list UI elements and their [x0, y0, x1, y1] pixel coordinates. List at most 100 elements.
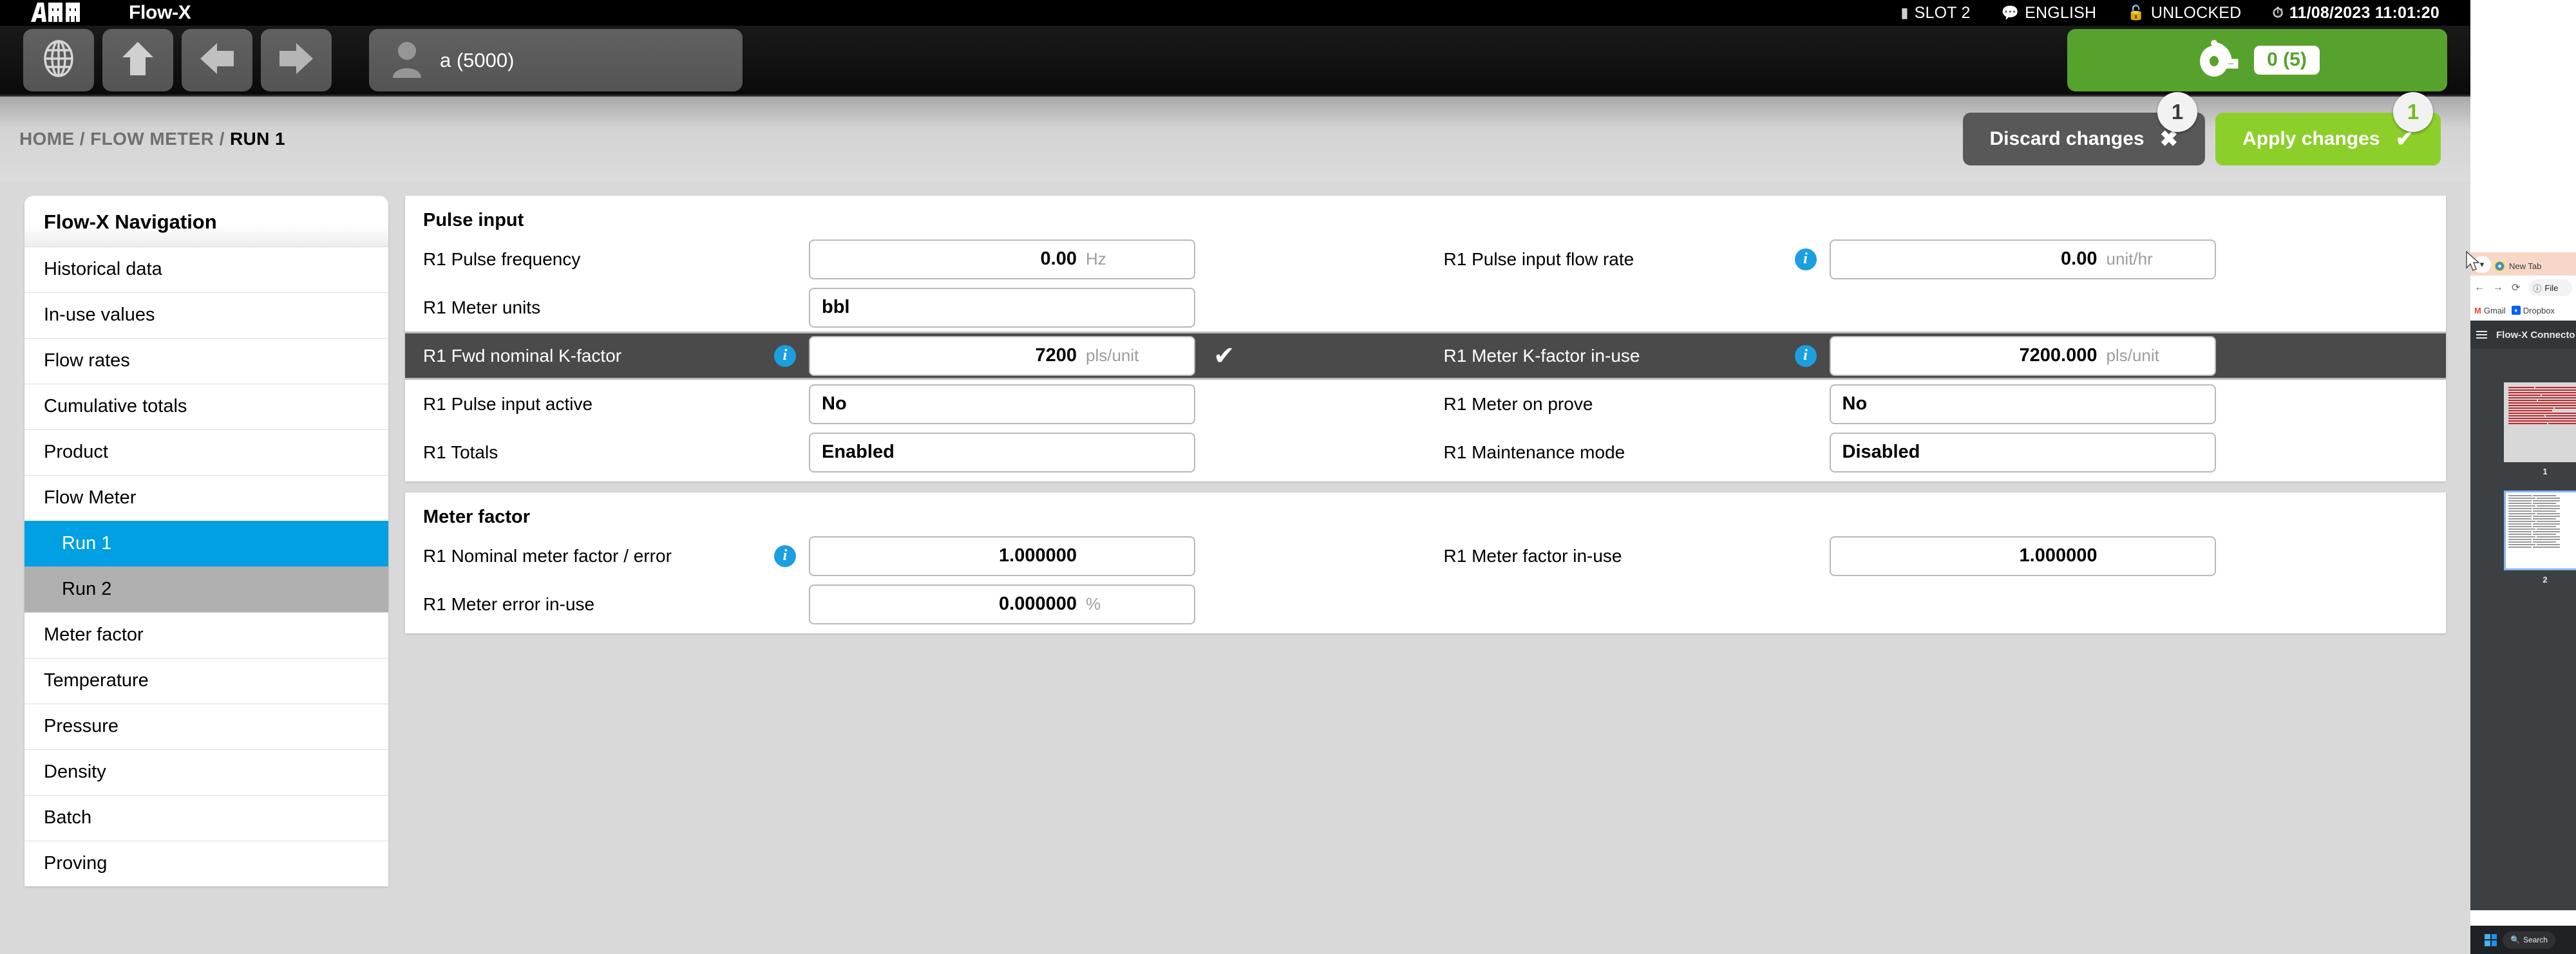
pdf-viewer-toolbar: Flow-X Connecto — [2470, 321, 2576, 349]
user-button[interactable]: a (5000) — [369, 29, 743, 91]
field-label: R1 Meter factor in-use — [1443, 545, 1622, 566]
browser-forward-icon[interactable]: → — [2493, 282, 2503, 294]
start-icon[interactable] — [2485, 933, 2497, 946]
sidebar-item-historical-data[interactable]: Historical data — [24, 247, 388, 292]
chrome-logo-icon — [2495, 261, 2505, 271]
sidebar-item-density[interactable]: Density — [24, 749, 388, 795]
browser-tab[interactable]: New Tab — [2495, 256, 2576, 276]
sidebar-item-batch[interactable]: Batch — [24, 795, 388, 841]
gmail-icon: M — [2474, 305, 2481, 315]
sidebar-item-flow-rates[interactable]: Flow rates — [24, 338, 388, 384]
browser-reload-icon[interactable]: ⟳ — [2512, 281, 2520, 294]
forward-button[interactable] — [261, 29, 332, 91]
navigation-sidebar: Flow-X Navigation Historical data In-use … — [24, 196, 388, 886]
field-value: Disabled — [1842, 442, 1920, 462]
value-field[interactable]: 0.00 unit/hr — [1829, 239, 2216, 279]
field-value: No — [1842, 393, 1868, 414]
value-field[interactable]: bbl — [809, 287, 1195, 328]
discard-changes-button[interactable]: Discard changes ✖ 1 — [1962, 92, 2206, 165]
browser-omnibar: ← → ⟳ ⓘ File — [2470, 276, 2576, 300]
sidebar-item-temperature[interactable]: Temperature — [24, 658, 388, 704]
abb-logo — [31, 3, 95, 22]
bookmark-dropbox[interactable]: ♦ Dropbox — [2511, 306, 2555, 315]
up-button[interactable] — [102, 29, 173, 91]
apply-changes-button[interactable]: Apply changes ✔ 1 — [2215, 92, 2441, 165]
value-field[interactable]: Disabled — [1829, 432, 2216, 472]
breadcrumb-current: RUN 1 — [229, 129, 285, 149]
page-body: Flow-X Navigation Historical data In-use … — [0, 182, 2470, 886]
apply-changes-badge: 1 — [2393, 92, 2433, 132]
panel-pulse-input: Pulse input R1 Pulse frequency 0.00 Hz R1 Pu… — [405, 196, 2446, 482]
status-lock[interactable]: 🔓 UNLOCKED — [2127, 4, 2241, 23]
sidebar-item-label: Cumulative totals — [44, 396, 187, 416]
sidebar-item-in-use-values[interactable]: In-use values — [24, 292, 388, 338]
field-unit: % — [1086, 594, 1101, 613]
info-icon[interactable]: i — [1794, 344, 1817, 367]
browser-address-bar[interactable]: ⓘ File — [2528, 279, 2572, 296]
value-field[interactable]: 7200 pls/unit — [809, 335, 1195, 376]
field-unit: Hz — [1086, 249, 1106, 268]
bookmark-gmail-label: Gmail — [2483, 305, 2506, 315]
sidebar-item-meter-factor[interactable]: Meter factor — [24, 612, 388, 658]
value-field[interactable]: Enabled — [809, 432, 1195, 472]
discard-changes-label: Discard changes — [1989, 128, 2145, 149]
browser-back-icon[interactable]: ← — [2474, 282, 2485, 294]
back-button[interactable] — [182, 29, 252, 91]
pdf-thumbnail-1[interactable] — [2504, 382, 2576, 462]
value-field[interactable]: 0.00 Hz — [809, 239, 1195, 279]
prove-status-button[interactable]: 0 (5) — [2067, 29, 2447, 91]
navigation-list: Historical data In-use values Flow rates Cu… — [24, 247, 388, 886]
status-language[interactable]: 💬 ENGLISH — [2002, 4, 2097, 23]
windows-taskbar[interactable]: 🔍 Search — [2470, 926, 2576, 954]
info-icon[interactable]: i — [1794, 248, 1817, 270]
info-icon[interactable]: i — [774, 545, 796, 567]
field-cell-right: R1 Maintenance mode Disabled — [1426, 428, 2447, 476]
field-label: R1 Meter K-factor in-use — [1443, 345, 1640, 366]
info-icon[interactable]: i — [774, 344, 796, 367]
value-field[interactable]: No — [1829, 384, 2216, 424]
sidebar-item-proving[interactable]: Proving — [24, 841, 388, 886]
field-cell-right — [1426, 580, 2447, 628]
field-value: 0.000000 — [999, 594, 1077, 614]
sidebar-item-run-2[interactable]: Run 2 — [24, 566, 388, 612]
sidebar-item-pressure[interactable]: Pressure — [24, 704, 388, 749]
sidebar-item-label: Batch — [44, 807, 92, 828]
sidebar-item-run-1[interactable]: Run 1 — [24, 521, 388, 566]
sidebar-item-product[interactable]: Product — [24, 429, 388, 475]
value-field[interactable]: 7200.000 pls/unit — [1829, 335, 2216, 376]
hamburger-menu-icon[interactable] — [2476, 331, 2487, 339]
apply-changes-label: Apply changes — [2242, 128, 2380, 149]
settings-row: R1 Meter error in-use 0.000000% — [405, 580, 2446, 628]
status-slot: ▮ SLOT 2 — [1900, 4, 1970, 23]
value-field[interactable]: 1.000000 — [809, 536, 1195, 576]
confirm-check-icon[interactable]: ✔ — [1213, 343, 1235, 369]
status-slot-label: SLOT 2 — [1914, 3, 1971, 22]
background-browser-window[interactable]: ▾ New Tab ← → ⟳ ⓘ File M Gmail ♦ Dropbox — [2470, 252, 2576, 910]
slot-icon: ▮ — [1900, 5, 1909, 21]
bookmark-gmail[interactable]: M Gmail — [2474, 306, 2506, 315]
field-label: R1 Nominal meter factor / error — [423, 545, 672, 566]
sidebar-title: Flow-X Navigation — [24, 196, 388, 247]
user-label: a (5000) — [440, 48, 515, 71]
status-lock-label: UNLOCKED — [2150, 3, 2242, 22]
value-field[interactable]: 0.000000% — [809, 584, 1195, 624]
app-titlebar: Flow-X ▮ SLOT 2 💬 ENGLISH 🔓 UNLOCKED ⏱ 1… — [0, 0, 2470, 26]
language-icon: 💬 — [2001, 5, 2020, 21]
sidebar-item-flow-meter[interactable]: Flow Meter — [24, 475, 388, 521]
pdf-thumbnail-2[interactable] — [2504, 491, 2576, 570]
browser-bookmarks-bar: M Gmail ♦ Dropbox — [2470, 300, 2576, 321]
breadcrumb: HOME / FLOW METER / RUN 1 — [19, 129, 285, 149]
value-field[interactable]: No — [809, 384, 1195, 424]
globe-button[interactable] — [23, 29, 94, 91]
user-icon — [392, 39, 422, 81]
settings-row: R1 Pulse frequency 0.00 Hz R1 Pulse input f… — [405, 235, 2446, 283]
breadcrumb-flow-meter[interactable]: FLOW METER — [90, 129, 214, 149]
sidebar-item-cumulative-totals[interactable]: Cumulative totals — [24, 384, 388, 429]
value-field[interactable]: 1.000000 — [1829, 536, 2216, 576]
field-cell-right: R1 Meter factor in-use 1.000000 — [1426, 532, 2447, 580]
flowx-application-window: Flow-X ▮ SLOT 2 💬 ENGLISH 🔓 UNLOCKED ⏱ 1… — [0, 0, 2470, 954]
taskbar-search-button[interactable]: 🔍 Search — [2503, 931, 2555, 949]
pdf-document-title: Flow-X Connecto — [2496, 329, 2575, 341]
breadcrumb-home[interactable]: HOME — [19, 129, 75, 149]
field-value: bbl — [822, 297, 850, 317]
